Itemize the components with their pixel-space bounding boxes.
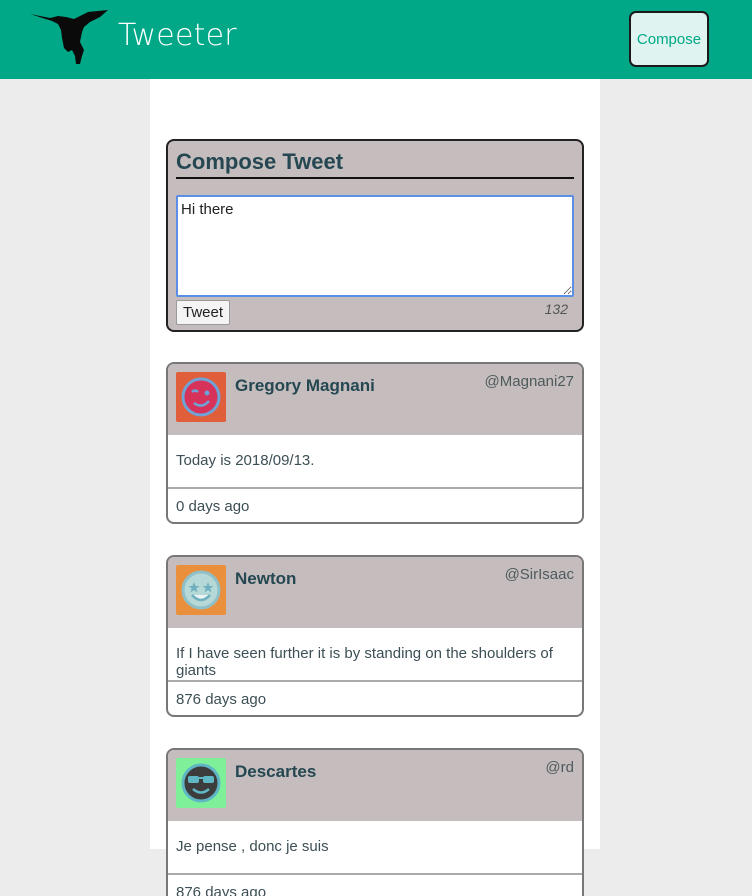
tweet-footer: 0 days ago: [168, 487, 582, 522]
tweet-age: 876 days ago: [176, 691, 267, 708]
navbar: Tweeter Compose: [0, 0, 752, 79]
tweet-header: Gregory Magnani @Magnani27: [168, 364, 582, 435]
winking-face-icon: [176, 372, 226, 422]
tweet-content: If I have seen further it is by standing…: [176, 645, 553, 679]
user-handle[interactable]: @SirIsaac: [505, 566, 574, 583]
user-name[interactable]: Descartes: [235, 762, 316, 782]
tweet-header: Newton @SirIsaac: [168, 557, 582, 628]
brand-title[interactable]: Tweeter: [118, 18, 237, 53]
tweet-footer: 876 days ago: [168, 873, 582, 896]
tweet-header: Descartes @rd: [168, 750, 582, 821]
tweet-footer: 876 days ago: [168, 680, 582, 715]
character-counter: 132: [544, 301, 568, 317]
tweet-card: Newton @SirIsaac If I have seen further …: [166, 555, 584, 717]
star-eyes-face-icon: [176, 565, 226, 615]
tweet-textarea[interactable]: Hi there: [176, 195, 574, 297]
compose-nav-button[interactable]: Compose: [629, 11, 709, 67]
sunglasses-face-icon: [176, 758, 226, 808]
compose-title: Compose Tweet: [176, 149, 574, 179]
hummingbird-logo-icon: [30, 10, 108, 64]
tweet-card: Descartes @rd Je pense , donc je suis 87…: [166, 748, 584, 896]
tweet-card: Gregory Magnani @Magnani27 Today is 2018…: [166, 362, 584, 524]
compose-tweet-section: Compose Tweet Hi there Tweet 132: [166, 139, 584, 332]
tweet-content: Je pense , donc je suis: [176, 838, 329, 855]
tweet-content: Today is 2018/09/13.: [176, 452, 315, 469]
tweet-age: 876 days ago: [176, 884, 267, 896]
tweet-age: 0 days ago: [176, 498, 250, 515]
user-handle[interactable]: @rd: [545, 759, 574, 776]
user-handle[interactable]: @Magnani27: [485, 373, 574, 390]
user-name[interactable]: Gregory Magnani: [235, 376, 375, 396]
tweet-submit-button[interactable]: Tweet: [176, 300, 230, 325]
user-name[interactable]: Newton: [235, 569, 296, 589]
